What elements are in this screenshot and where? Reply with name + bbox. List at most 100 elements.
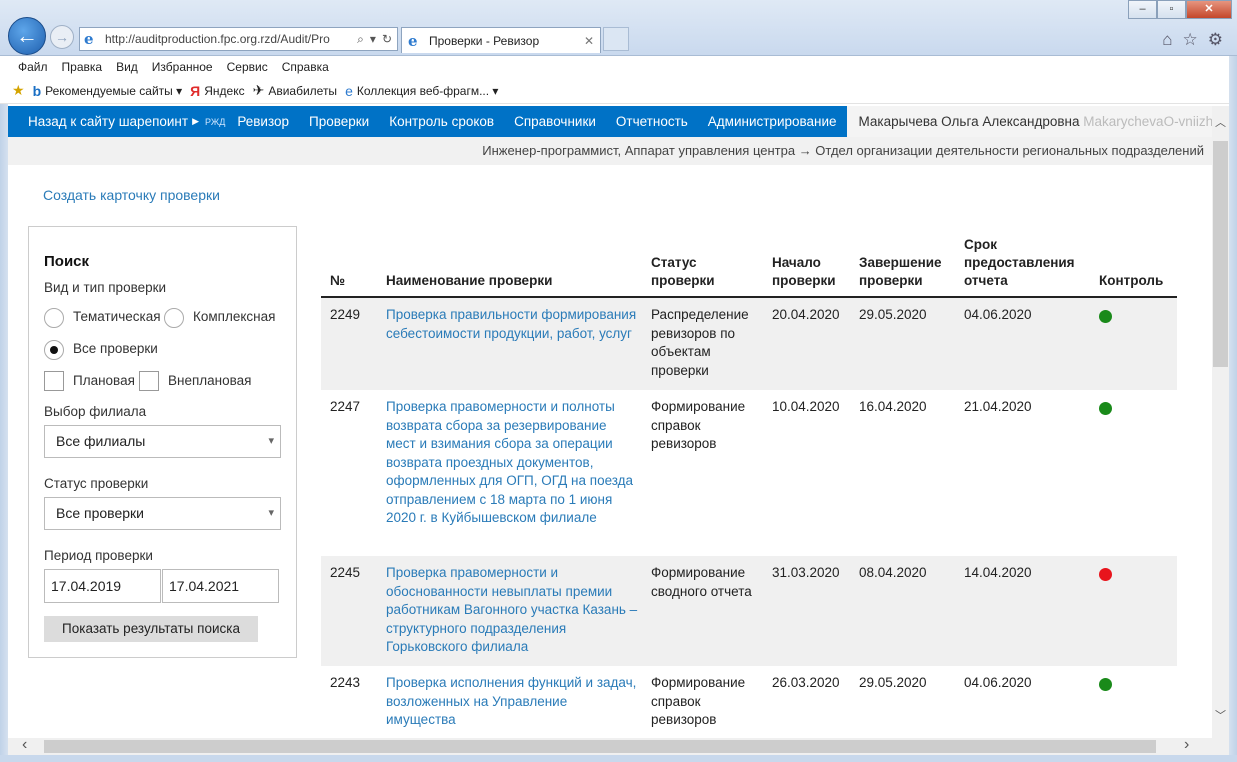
close-window-icon[interactable]: ✕ [1186, 0, 1232, 19]
row-name-link[interactable]: Проверка правомерности и полноты возврат… [386, 398, 638, 528]
col-start[interactable]: Начало проверки [772, 254, 852, 290]
menu-view[interactable]: Вид [116, 60, 138, 74]
favorites-bar: ★ b Рекомендуемые сайты ▾ Я Яндекс ✈ Авиаби… [0, 78, 1237, 104]
scroll-left-icon[interactable]: ‹ [22, 736, 27, 754]
vertical-scroll-thumb[interactable] [1213, 141, 1228, 367]
nav-audits[interactable]: Проверки [299, 114, 379, 129]
fav-suggested[interactable]: b Рекомендуемые сайты ▾ [33, 83, 183, 99]
fav-yandex[interactable]: Я Яндекс [190, 83, 244, 99]
unplanned-label: Внеплановая [168, 373, 252, 388]
checkbox-unplanned[interactable] [139, 371, 159, 391]
row-end: 29.05.2020 [859, 307, 927, 322]
back-to-sharepoint-link[interactable]: Назад к сайту шарепоинт [8, 114, 192, 129]
checkbox-planned[interactable] [44, 371, 64, 391]
favorites-star-icon[interactable]: ★ [12, 82, 25, 99]
branch-select[interactable]: Все филиалы [44, 425, 281, 458]
col-num[interactable]: № [330, 272, 345, 290]
new-tab-button[interactable] [603, 27, 629, 51]
ie-logo-icon: e [408, 31, 418, 50]
browser-tab[interactable]: e Проверки - Ревизор ✕ [401, 27, 601, 53]
back-arrow-icon[interactable]: ← [8, 17, 46, 55]
menu-favorites[interactable]: Избранное [152, 60, 213, 74]
row-status: Формирование справок ревизоров [651, 399, 746, 451]
table-row[interactable]: 2245 Проверка правомерности и обоснованн… [321, 556, 1177, 666]
nav-directories[interactable]: Справочники [504, 114, 606, 129]
nav-reports[interactable]: Отчетность [606, 114, 698, 129]
favorites-star-icon[interactable]: ☆ [1183, 30, 1198, 50]
menu-file[interactable]: Файл [18, 60, 48, 74]
window-controls: – ▫ ✕ [1128, 0, 1232, 19]
dropdown-icon[interactable]: ▾ [370, 32, 376, 47]
row-num: 2243 [330, 675, 361, 690]
row-name-link[interactable]: Проверка правомерности и обоснованности … [386, 564, 638, 657]
menu-tools[interactable]: Сервис [227, 60, 268, 74]
col-due[interactable]: Срок предоставления отчета [964, 236, 1084, 290]
window-frame-right [1229, 56, 1237, 762]
date-to-input[interactable]: 17.04.2021 [162, 569, 279, 603]
row-end: 16.04.2020 [859, 399, 927, 414]
window-frame-bottom [0, 755, 1237, 762]
caret-right-icon: ▶ [192, 116, 199, 126]
address-bar[interactable]: e http://auditproduction.fpc.org.rzd/Aud… [79, 27, 398, 51]
table-row[interactable]: 2243 Проверка исполнения функций и задач… [321, 666, 1177, 738]
refresh-icon[interactable]: ↻ [382, 32, 392, 47]
forward-arrow-icon[interactable]: → [50, 25, 74, 49]
radio-all-audits[interactable] [44, 340, 64, 360]
table-row[interactable]: 2249 Проверка правильности формирования … [321, 298, 1177, 390]
scroll-down-icon[interactable]: ﹀ [1212, 707, 1229, 723]
audits-table: № Наименование проверки Статус проверки … [321, 232, 1177, 738]
control-status-dot [1099, 402, 1112, 415]
status-label: Статус проверки [44, 476, 149, 491]
radio-thematic[interactable] [44, 308, 64, 328]
col-control[interactable]: Контроль [1099, 272, 1163, 290]
nav-revizor[interactable]: Ревизор [227, 114, 299, 129]
search-icon[interactable]: ⌕ [357, 32, 364, 47]
row-name-link[interactable]: Проверка исполнения функций и задач, воз… [386, 674, 638, 730]
create-audit-card-link[interactable]: Создать карточку проверки [43, 187, 220, 203]
row-end: 08.04.2020 [859, 565, 927, 580]
table-header: № Наименование проверки Статус проверки … [321, 232, 1177, 298]
tab-title: Проверки - Ревизор [429, 33, 540, 48]
minimize-icon[interactable]: – [1128, 0, 1157, 19]
user-info[interactable]: Макарычева Ольга Александровна Makaryche… [846, 106, 1212, 137]
col-status[interactable]: Статус проверки [651, 254, 731, 290]
show-results-button[interactable]: Показать результаты поиска [44, 616, 258, 642]
radio-complex[interactable] [164, 308, 184, 328]
row-start: 26.03.2020 [772, 675, 840, 690]
branch-label: Выбор филиала [44, 404, 147, 419]
row-status: Формирование справок ревизоров [651, 675, 746, 727]
fav-webslices[interactable]: e Коллекция веб-фрагм... ▾ [345, 83, 498, 99]
browser-toolbar-icons: ⌂ ☆ ⚙ [1162, 30, 1223, 50]
settings-gear-icon[interactable]: ⚙ [1208, 30, 1223, 50]
complex-label: Комплексная [193, 309, 276, 324]
row-name-link[interactable]: Проверка правильности формирования себес… [386, 306, 638, 343]
all-audits-label: Все проверки [73, 341, 158, 356]
row-due: 04.06.2020 [964, 675, 1032, 690]
home-icon[interactable]: ⌂ [1162, 30, 1172, 50]
fav-flights[interactable]: ✈ Авиабилеты [253, 82, 337, 99]
address-text[interactable]: http://auditproduction.fpc.org.rzd/Audit… [105, 32, 357, 46]
yandex-icon: Я [190, 82, 201, 99]
ie-logo-icon: e [345, 82, 353, 99]
table-row[interactable]: 2247 Проверка правомерности и полноты во… [321, 390, 1177, 556]
control-status-dot [1099, 568, 1112, 581]
menu-edit[interactable]: Правка [62, 60, 103, 74]
control-status-dot [1099, 678, 1112, 691]
user-position: Инженер-программист, Аппарат управления … [8, 137, 1212, 165]
maximize-icon[interactable]: ▫ [1157, 0, 1186, 19]
scroll-up-icon[interactable]: ︿ [1212, 114, 1229, 130]
col-end[interactable]: Завершение проверки [859, 254, 949, 290]
date-from-input[interactable]: 17.04.2019 [44, 569, 161, 603]
nav-administration[interactable]: Администрирование [698, 114, 847, 129]
nav-deadline-control[interactable]: Контроль сроков [379, 114, 504, 129]
scroll-right-icon[interactable]: › [1184, 736, 1189, 754]
menu-help[interactable]: Справка [282, 60, 329, 74]
row-end: 29.05.2020 [859, 675, 927, 690]
user-login: MakarychevaO-vniizht [1083, 114, 1212, 129]
horizontal-scroll-thumb[interactable] [44, 740, 1156, 753]
row-start: 20.04.2020 [772, 307, 840, 322]
close-tab-icon[interactable]: ✕ [584, 34, 594, 48]
row-num: 2249 [330, 307, 361, 322]
col-name[interactable]: Наименование проверки [386, 272, 552, 290]
status-select[interactable]: Все проверки [44, 497, 281, 530]
